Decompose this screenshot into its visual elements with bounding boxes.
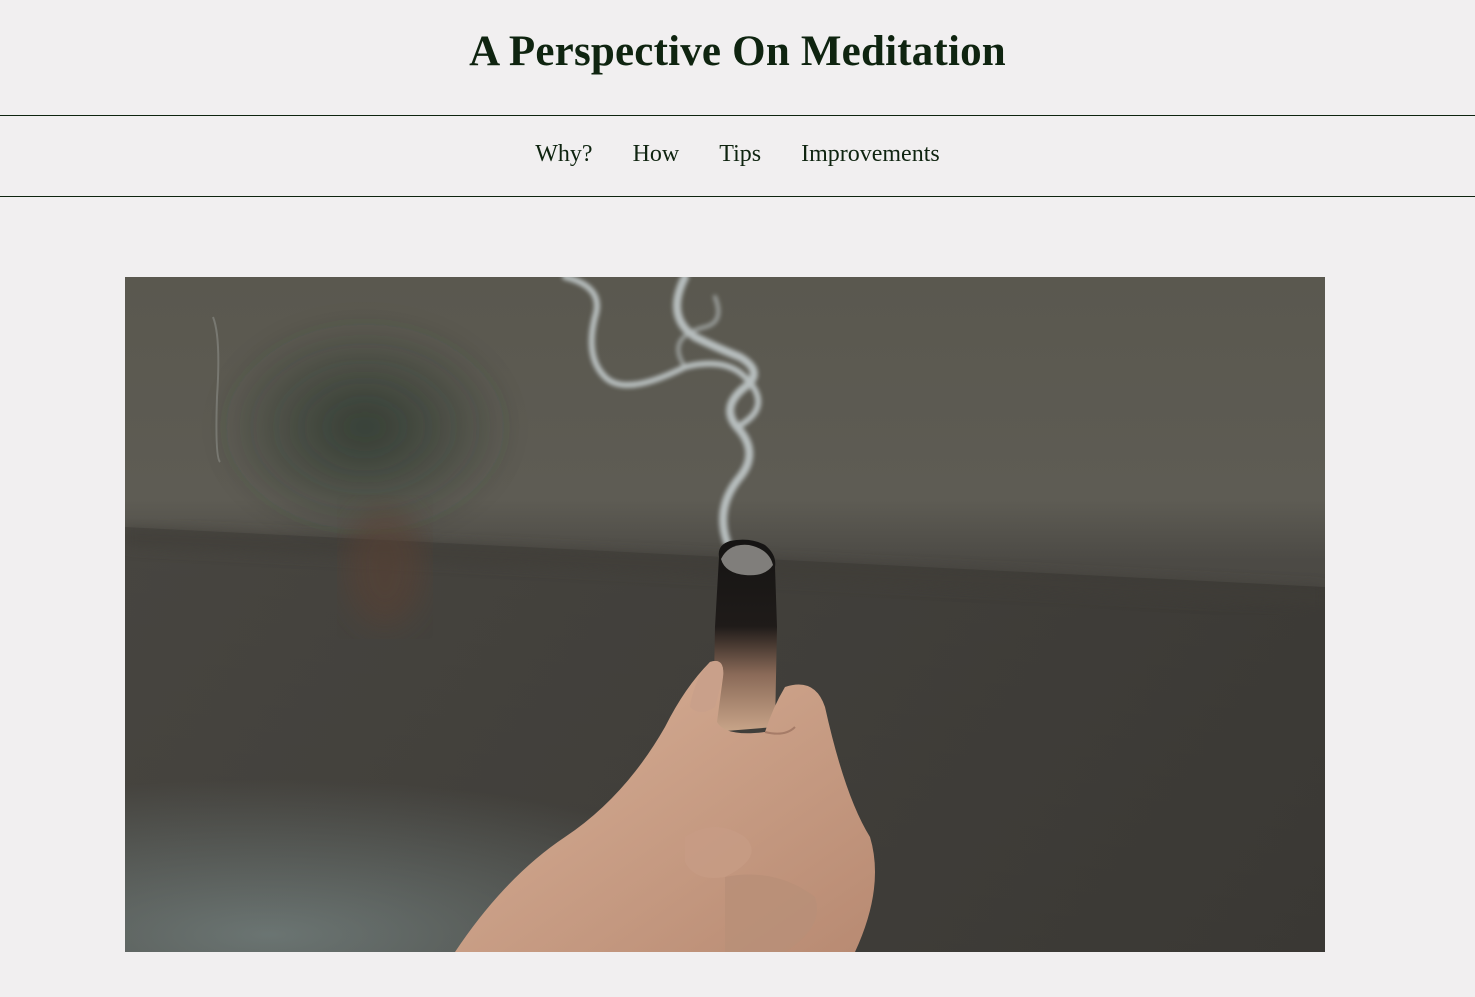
nav-item-tips: Tips bbox=[719, 141, 761, 168]
nav-item-how: How bbox=[633, 141, 680, 168]
nav-item-why: Why? bbox=[535, 141, 592, 168]
main-nav: Why? How Tips Improvements bbox=[0, 116, 1475, 197]
nav-item-improvements: Improvements bbox=[801, 141, 940, 168]
hero-photo-palo-santo bbox=[125, 277, 1325, 952]
nav-link-why[interactable]: Why? bbox=[535, 141, 592, 167]
nav-list: Why? How Tips Improvements bbox=[535, 141, 939, 168]
nav-link-tips[interactable]: Tips bbox=[719, 141, 761, 167]
site-header: A Perspective On Meditation bbox=[0, 0, 1475, 116]
hero-image bbox=[125, 277, 1325, 952]
nav-link-improvements[interactable]: Improvements bbox=[801, 141, 940, 167]
nav-link-how[interactable]: How bbox=[633, 141, 680, 167]
site-title: A Perspective On Meditation bbox=[469, 28, 1006, 75]
